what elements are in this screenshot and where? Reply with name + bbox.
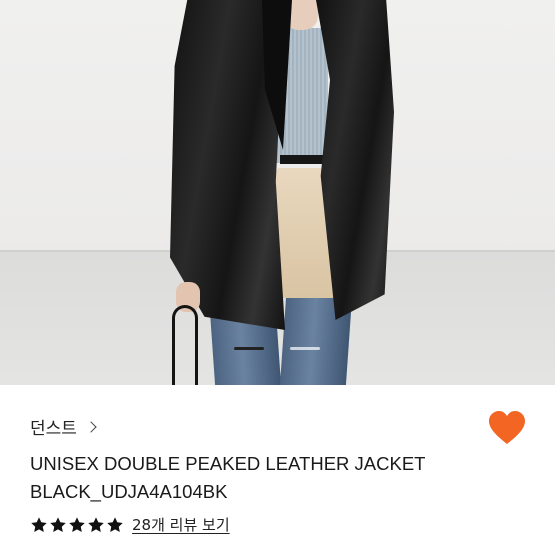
rating-row: 28개 리뷰 보기 bbox=[30, 514, 230, 535]
star-icon bbox=[31, 516, 47, 532]
photo-bag-strap bbox=[172, 305, 198, 385]
rating-stars bbox=[30, 516, 124, 534]
heart-icon[interactable] bbox=[488, 410, 526, 446]
product-title: UNISEX DOUBLE PEAKED LEATHER JACKET BLAC… bbox=[30, 450, 510, 506]
star-icon bbox=[88, 516, 104, 532]
product-title-line-2: BLACK_UDJA4A104BK bbox=[30, 481, 228, 502]
star-icon bbox=[50, 516, 66, 532]
review-link[interactable]: 28개 리뷰 보기 bbox=[132, 514, 230, 535]
brand-name: 던스트 bbox=[30, 419, 77, 439]
chevron-right-icon bbox=[85, 421, 97, 433]
brand-link[interactable]: 던스트 bbox=[30, 414, 97, 439]
product-title-line-1: UNISEX DOUBLE PEAKED LEATHER JACKET bbox=[30, 453, 426, 474]
star-icon bbox=[107, 516, 123, 532]
star-icon bbox=[69, 516, 85, 532]
carousel-indicator-active[interactable] bbox=[234, 347, 264, 350]
carousel-indicator[interactable] bbox=[290, 347, 320, 350]
product-image[interactable] bbox=[0, 0, 555, 385]
